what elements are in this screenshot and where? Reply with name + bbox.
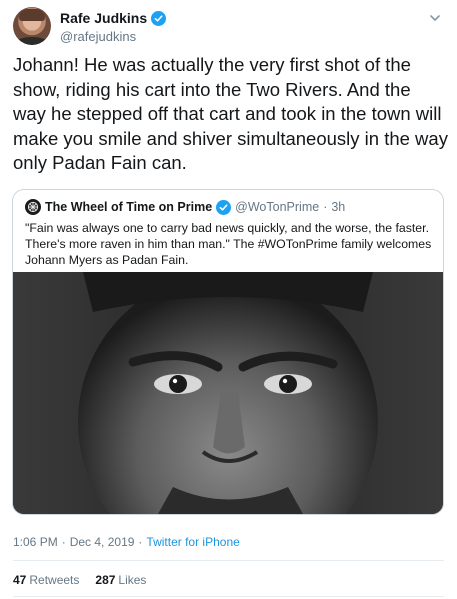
quoted-tweet-header: The Wheel of Time on Prime @WoTonPrime ·… [25, 199, 345, 215]
quoted-tweet-photo[interactable] [13, 272, 443, 514]
tweet-card: Rafe Judkins @rafejudkins Johann! He was… [0, 0, 457, 599]
wheel-of-time-logo-icon[interactable] [25, 199, 41, 215]
verified-badge-icon [216, 199, 232, 215]
quoted-author-handle[interactable]: @WoTonPrime [235, 200, 319, 214]
divider [13, 596, 444, 597]
quoted-tweet-text: "Fain was always one to carry bad news q… [25, 221, 432, 267]
quoted-tweet[interactable]: The Wheel of Time on Prime @WoTonPrime ·… [12, 189, 444, 515]
verified-badge-icon [151, 10, 167, 26]
tweet-time[interactable]: 1:06 PM [13, 535, 58, 549]
likes-stat[interactable]: 287 Likes [95, 573, 146, 587]
meta-separator: · [138, 535, 143, 549]
tweet-source-link[interactable]: Twitter for iPhone [146, 535, 239, 549]
quoted-separator: · [323, 200, 328, 214]
quoted-author-name[interactable]: The Wheel of Time on Prime [45, 200, 212, 214]
meta-separator: · [61, 535, 66, 549]
likes-label: Likes [118, 573, 147, 587]
tweet-text: Johann! He was actually the very first s… [13, 54, 448, 173]
tweet-meta: 1:06 PM · Dec 4, 2019 · Twitter for iPho… [13, 535, 240, 549]
author-avatar[interactable] [13, 7, 51, 45]
author-display-name[interactable]: Rafe Judkins [60, 10, 147, 26]
retweets-stat[interactable]: 47 Retweets [13, 573, 79, 587]
divider [13, 560, 444, 561]
likes-count: 287 [95, 573, 116, 587]
chevron-down-icon[interactable] [428, 11, 442, 25]
author-name-block: Rafe Judkins @rafejudkins [60, 10, 167, 44]
tweet-stats: 47 Retweets 287 Likes [13, 573, 146, 587]
author-handle[interactable]: @rafejudkins [60, 29, 166, 44]
retweets-count: 47 [13, 573, 27, 587]
quoted-timestamp[interactable]: 3h [331, 200, 345, 214]
retweets-label: Retweets [29, 573, 80, 587]
tweet-date[interactable]: Dec 4, 2019 [70, 535, 135, 549]
